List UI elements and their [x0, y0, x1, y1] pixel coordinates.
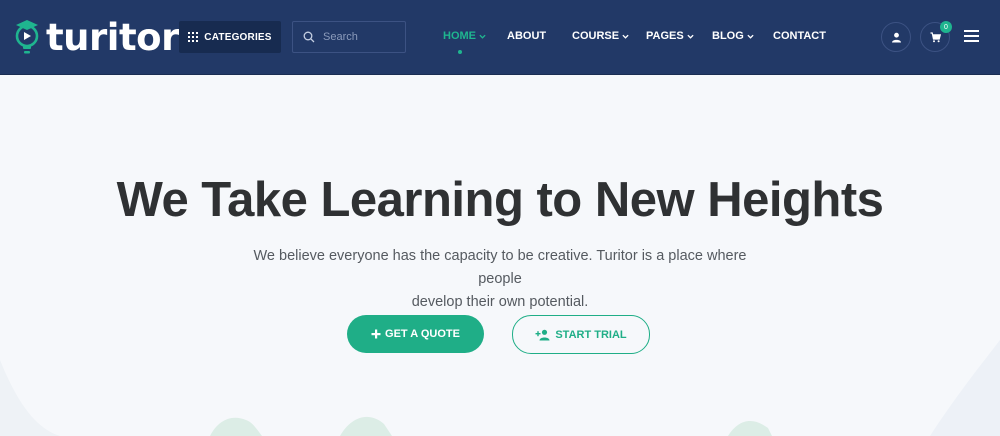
nav-item-home[interactable]: HOME — [443, 30, 486, 42]
nav-item-label: ABOUT — [507, 30, 547, 42]
nav-item-contact[interactable]: CONTACT — [773, 30, 826, 42]
hero-title: We Take Learning to New Heights — [116, 173, 884, 227]
user-icon — [891, 32, 901, 42]
nav-item-pages[interactable]: PAGES — [646, 30, 694, 42]
get-a-quote-button[interactable]: GET A QUOTE — [347, 315, 484, 353]
get-a-quote-label: GET A QUOTE — [385, 328, 460, 340]
main-nav: HOME ABOUT COURSE PAGES BLOG CONTACT — [0, 30, 1000, 46]
hero-subtitle-line-1: We believe everyone has the capacity to … — [253, 248, 747, 287]
top-header: turitor CATEGORIES HOME ABOUT COURSE PAG… — [0, 0, 1000, 75]
menu-icon[interactable] — [964, 30, 979, 42]
cart-count-badge: 0 — [940, 21, 952, 33]
active-nav-indicator — [458, 50, 462, 54]
nav-item-label: CONTACT — [773, 30, 826, 42]
chevron-down-icon — [747, 34, 754, 39]
nav-item-about[interactable]: ABOUT — [507, 30, 546, 42]
hero-subtitle-line-2: develop their own potential. — [411, 294, 589, 310]
start-trial-label: START TRIAL — [555, 328, 627, 341]
chevron-down-icon — [687, 34, 694, 39]
nav-item-label: HOME — [443, 30, 476, 42]
chevron-down-icon — [479, 34, 486, 39]
background-decoration — [0, 340, 1000, 436]
add-user-icon — [535, 329, 550, 340]
plus-icon — [371, 329, 381, 339]
start-trial-button[interactable]: START TRIAL — [512, 315, 650, 354]
nav-item-label: BLOG — [712, 30, 744, 42]
nav-item-course[interactable]: COURSE — [572, 30, 629, 42]
nav-item-blog[interactable]: BLOG — [712, 30, 754, 42]
nav-item-label: COURSE — [572, 30, 620, 42]
account-button[interactable] — [881, 22, 911, 52]
cart-icon — [930, 31, 941, 42]
chevron-down-icon — [622, 34, 629, 39]
hero-subtitle: We believe everyone has the capacity to … — [230, 245, 770, 314]
nav-item-label: PAGES — [646, 30, 684, 42]
